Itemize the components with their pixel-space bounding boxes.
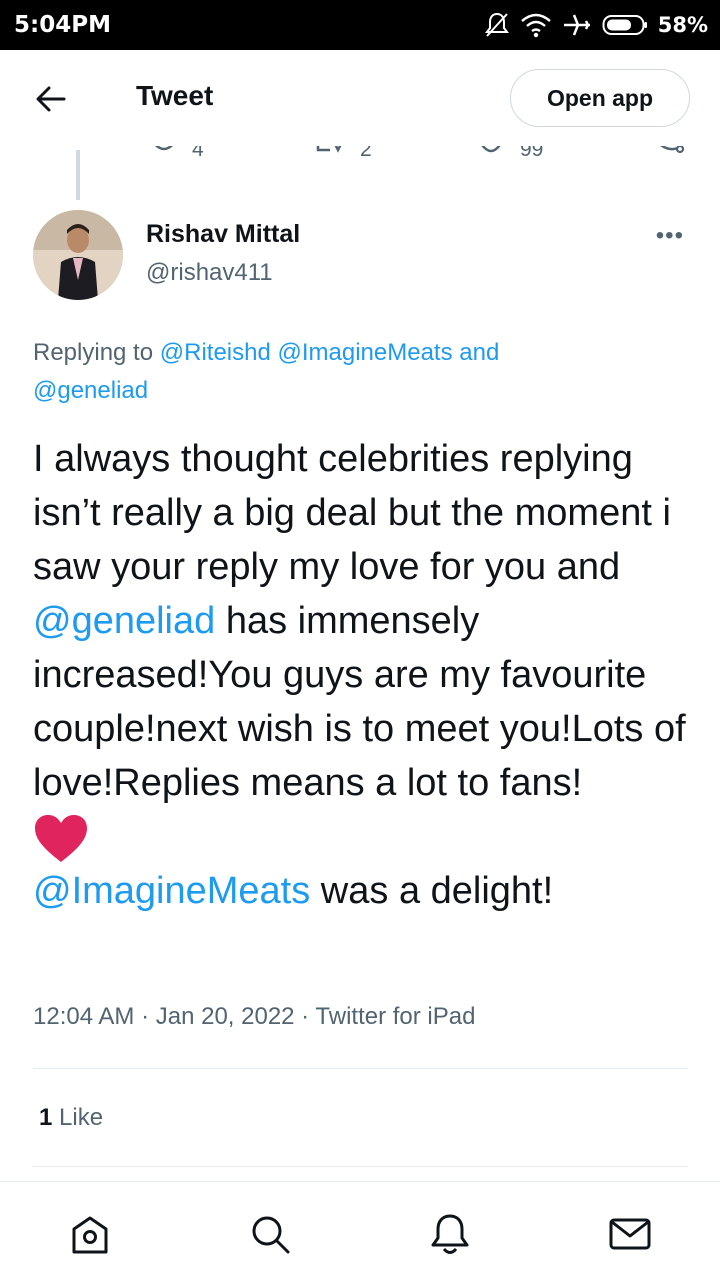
share-icon [660,146,685,154]
like-count: 1 [39,1104,53,1131]
author-name[interactable]: Rishav Mittal [146,220,300,249]
tweet-timestamp[interactable]: 12:04 AM · Jan 20, 2022 · Twitter for iP… [33,1003,475,1031]
avatar[interactable] [33,210,123,300]
prev-reply-action[interactable]: 4 [150,146,204,162]
mention-link[interactable]: @geneliad [33,600,215,642]
divider [33,1068,688,1069]
battery-icon [602,15,647,35]
battery-percent: 58% [657,13,708,37]
previous-tweet-actions: 4 2 99 [0,146,720,166]
replying-prefix: Replying to [33,339,160,366]
divider [33,1166,688,1167]
back-arrow-icon[interactable] [34,82,68,116]
page-title: Tweet [136,80,214,111]
mute-icon [484,12,509,37]
like-label: Like [52,1104,104,1131]
tweet-text: I always thought celebrities replying is… [33,432,693,918]
prev-retweet-action[interactable]: 2 [314,146,372,162]
search-icon[interactable] [248,1212,292,1256]
replying-to: Replying to @Riteishd @ImagineMeats and @… [33,334,693,410]
prev-retweet-count: 2 [360,146,372,161]
replying-and[interactable]: and [453,339,499,366]
thread-line [76,150,80,200]
prev-like-action[interactable]: 99 [476,146,543,162]
prev-like-count: 99 [520,146,544,161]
bottom-nav [0,1181,720,1281]
author-handle[interactable]: @rishav411 [146,259,273,287]
retweet-icon [316,146,342,153]
prev-reply-count: 4 [192,146,204,161]
likes-summary[interactable]: 1 Like [39,1104,103,1132]
open-app-button[interactable]: Open app [510,69,690,127]
status-bar: 5:04PM 58% [0,0,720,50]
status-time: 5:04PM [14,12,111,38]
top-bar: Tweet Open app [0,50,720,146]
messages-icon[interactable] [608,1212,652,1256]
more-options-icon[interactable]: ••• [656,222,684,250]
home-icon[interactable] [68,1212,112,1256]
tweet-text-part: was a delight! [310,870,554,912]
wifi-icon [520,13,551,38]
mention-link[interactable]: @ImagineMeats [278,339,453,366]
mention-link[interactable]: @Riteishd [160,339,271,366]
airplane-icon [563,14,590,36]
tweet-text-part: I always thought celebrities replying is… [33,438,671,588]
prev-share-action[interactable] [654,146,686,162]
reply-icon [154,146,174,151]
mention-link[interactable]: @geneliad [33,377,148,404]
like-icon [481,146,501,153]
heart-emoji-icon [35,814,87,862]
mention-link[interactable]: @ImagineMeats [33,870,310,912]
notifications-icon[interactable] [428,1212,472,1256]
status-icons: 58% [484,9,708,41]
